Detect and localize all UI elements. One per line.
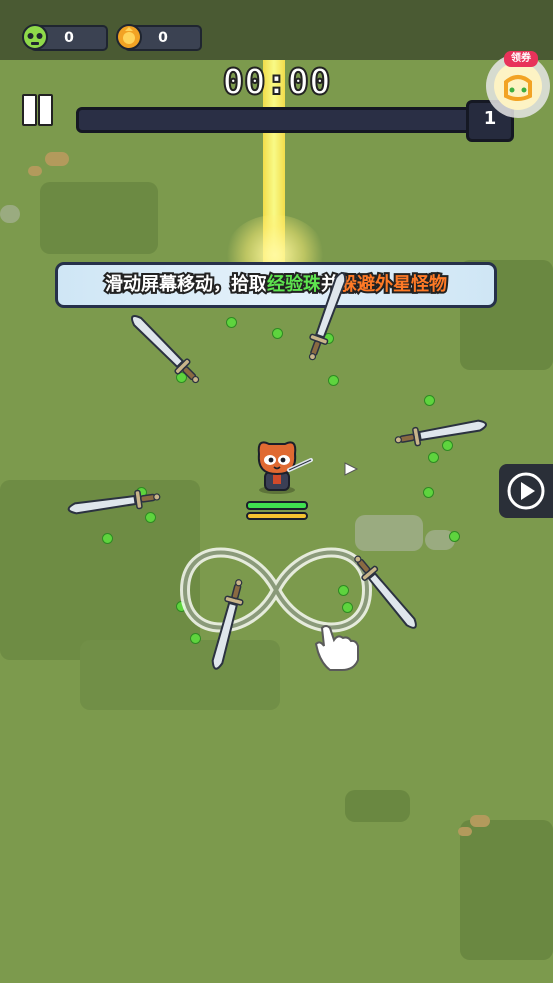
hero-red-panda [257, 441, 313, 494]
aim-arrow-icon [344, 462, 359, 476]
play-icon [507, 472, 545, 510]
player-exp-bar [246, 512, 308, 520]
player-hp-bar [246, 501, 308, 510]
infinity-swipe-hand-icon [179, 547, 373, 671]
game-stage[interactable]: 0 0 00:00 1 领券 滑动屏幕移动，拾取经验珠并躲避外星怪物 [0, 0, 553, 983]
battle-layer [66, 268, 489, 673]
orbit-sword [392, 414, 489, 451]
orbit-sword [66, 486, 163, 520]
orbit-sword [125, 309, 206, 390]
orbit-sword [301, 268, 353, 364]
video-play-button[interactable] [499, 464, 553, 518]
